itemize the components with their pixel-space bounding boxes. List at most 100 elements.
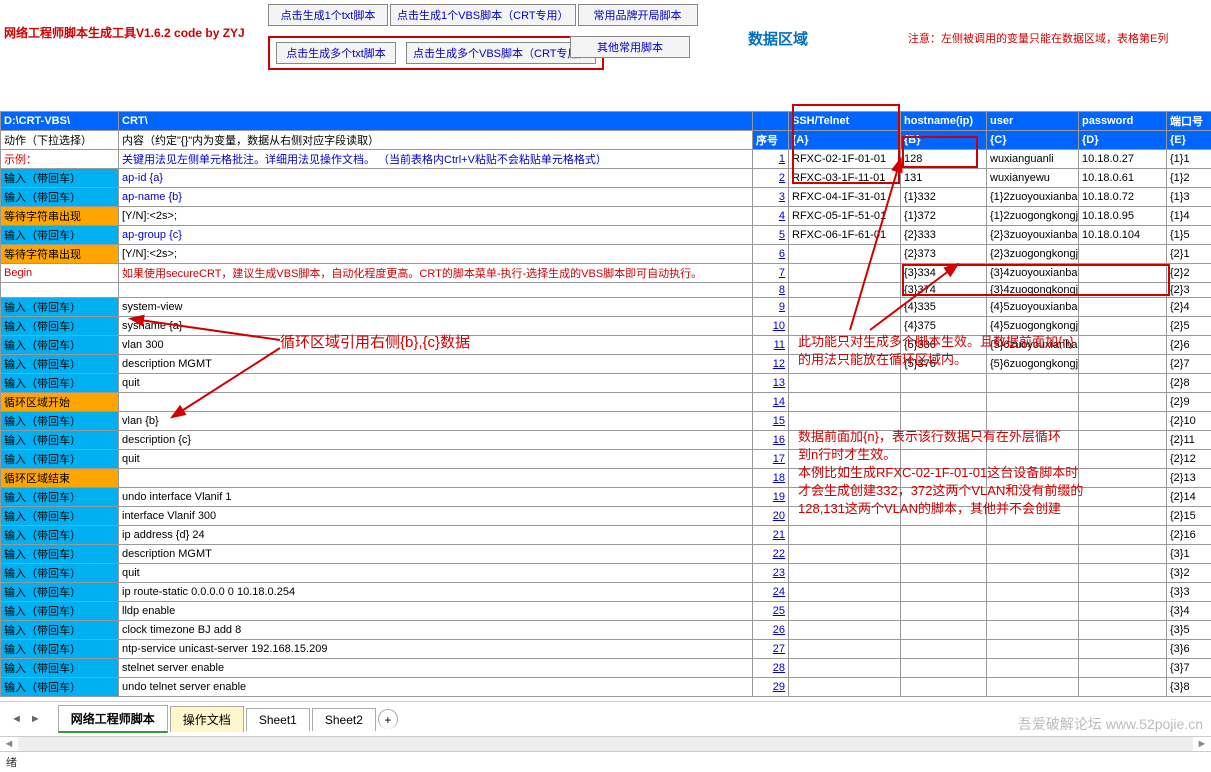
seq-cell[interactable]: 22 — [753, 545, 789, 564]
data-a[interactable] — [789, 526, 901, 545]
seq-cell[interactable]: 25 — [753, 602, 789, 621]
content-cell[interactable] — [119, 283, 753, 298]
data-a[interactable]: RFXC-02-1F-01-01 — [789, 150, 901, 169]
data-b[interactable]: 131 — [901, 169, 987, 188]
action-cell[interactable]: 循环区域开始 — [1, 393, 119, 412]
seq-cell[interactable]: 3 — [753, 188, 789, 207]
seq-cell[interactable]: 11 — [753, 336, 789, 355]
data-a[interactable] — [789, 678, 901, 697]
data-d[interactable] — [1079, 602, 1167, 621]
data-e[interactable]: {3}2 — [1167, 564, 1211, 583]
seq-cell[interactable]: 23 — [753, 564, 789, 583]
data-e[interactable]: {2}9 — [1167, 393, 1211, 412]
data-b[interactable]: {4}335 — [901, 298, 987, 317]
scroll-right[interactable]: ► — [1193, 738, 1211, 750]
data-c[interactable] — [987, 545, 1079, 564]
seq-cell[interactable]: 28 — [753, 659, 789, 678]
content-cell[interactable]: ip address {d} 24 — [119, 526, 753, 545]
action-cell[interactable]: 输入（带回车） — [1, 488, 119, 507]
data-c[interactable]: {4}5zuoyouxianbangong — [987, 298, 1079, 317]
data-d[interactable] — [1079, 583, 1167, 602]
hdr-path[interactable]: D:\CRT-VBS\ — [1, 112, 119, 131]
data-c[interactable]: wuxianyewu — [987, 169, 1079, 188]
action-cell[interactable]: 输入（带回车） — [1, 298, 119, 317]
content-cell[interactable]: 如果使用secureCRT，建议生成VBS脚本，自动化程度更高。CRT的脚本菜单… — [119, 264, 753, 283]
content-cell[interactable]: vlan {b} — [119, 412, 753, 431]
data-c[interactable] — [987, 640, 1079, 659]
content-cell[interactable]: system-view — [119, 298, 753, 317]
data-e[interactable]: {2}13 — [1167, 469, 1211, 488]
data-d[interactable] — [1079, 545, 1167, 564]
seq-cell[interactable]: 13 — [753, 374, 789, 393]
data-a[interactable]: RFXC-06-1F-61-01 — [789, 226, 901, 245]
data-c[interactable] — [987, 526, 1079, 545]
data-d[interactable] — [1079, 374, 1167, 393]
main-table[interactable]: D:\CRT-VBS\ CRT\ SSH/Telnet hostname(ip)… — [0, 111, 1211, 697]
gen-multi-vbs-button[interactable]: 点击生成多个VBS脚本（CRT专用） — [406, 42, 596, 64]
subhdr-d[interactable]: {D} — [1079, 131, 1167, 150]
data-e[interactable]: {3}4 — [1167, 602, 1211, 621]
data-d[interactable] — [1079, 393, 1167, 412]
action-cell[interactable]: 输入（带回车） — [1, 374, 119, 393]
scroll-left[interactable]: ◄ — [0, 738, 18, 750]
action-cell[interactable]: 输入（带回车） — [1, 545, 119, 564]
action-cell[interactable]: 输入（带回车） — [1, 507, 119, 526]
data-e[interactable]: {2}8 — [1167, 374, 1211, 393]
action-cell[interactable]: Begin — [1, 264, 119, 283]
example-action[interactable]: 示例： — [1, 150, 119, 169]
seq-cell[interactable]: 1 — [753, 150, 789, 169]
data-d[interactable]: 10.18.0.27 — [1079, 150, 1167, 169]
content-cell[interactable]: interface Vlanif 300 — [119, 507, 753, 526]
tab-script[interactable]: 网络工程师脚本 — [58, 705, 168, 733]
data-d[interactable] — [1079, 469, 1167, 488]
data-c[interactable]: {2}3zuogongkongji — [987, 245, 1079, 264]
data-d[interactable] — [1079, 245, 1167, 264]
data-c[interactable] — [987, 602, 1079, 621]
content-cell[interactable]: description MGMT — [119, 355, 753, 374]
content-cell[interactable]: quit — [119, 374, 753, 393]
seq-cell[interactable]: 2 — [753, 169, 789, 188]
data-e[interactable]: {1}3 — [1167, 188, 1211, 207]
content-cell[interactable]: ap-group {c} — [119, 226, 753, 245]
content-cell[interactable]: undo telnet server enable — [119, 678, 753, 697]
data-b[interactable] — [901, 621, 987, 640]
data-e[interactable]: {2}11 — [1167, 431, 1211, 450]
data-c[interactable]: {1}2zuoyouxianbangong — [987, 188, 1079, 207]
data-c[interactable] — [987, 564, 1079, 583]
data-c[interactable]: wuxianguanli — [987, 150, 1079, 169]
seq-cell[interactable]: 16 — [753, 431, 789, 450]
content-cell[interactable]: [Y/N]:<2s>; — [119, 245, 753, 264]
data-d[interactable] — [1079, 564, 1167, 583]
seq-cell[interactable]: 20 — [753, 507, 789, 526]
new-sheet-button[interactable]: + — [378, 709, 398, 729]
tab-sheet2[interactable]: Sheet2 — [312, 708, 376, 731]
data-d[interactable] — [1079, 264, 1167, 283]
data-e[interactable]: {2}7 — [1167, 355, 1211, 374]
data-d[interactable]: 10.18.0.104 — [1079, 226, 1167, 245]
data-a[interactable] — [789, 374, 901, 393]
action-cell[interactable]: 输入（带回车） — [1, 355, 119, 374]
seq-cell[interactable]: 10 — [753, 317, 789, 336]
data-c[interactable]: {2}3zuoyouxianbangong — [987, 226, 1079, 245]
tab-doc[interactable]: 操作文档 — [170, 706, 244, 732]
action-cell[interactable]: 输入（带回车） — [1, 602, 119, 621]
data-a[interactable]: RFXC-05-1F-51-01 — [789, 207, 901, 226]
action-cell[interactable]: 输入（带回车） — [1, 317, 119, 336]
data-b[interactable] — [901, 583, 987, 602]
data-e[interactable]: {3}3 — [1167, 583, 1211, 602]
seq-cell[interactable]: 29 — [753, 678, 789, 697]
data-c[interactable]: {3}4zuoyouxianbangong — [987, 264, 1079, 283]
data-e[interactable]: {2}15 — [1167, 507, 1211, 526]
subhdr-a[interactable]: {A} — [789, 131, 901, 150]
seq-cell[interactable]: 12 — [753, 355, 789, 374]
content-cell[interactable]: [Y/N]:<2s>; — [119, 207, 753, 226]
content-cell[interactable]: ntp-service unicast-server 192.168.15.20… — [119, 640, 753, 659]
subhdr-action[interactable]: 动作（下拉选择） — [1, 131, 119, 150]
data-b[interactable] — [901, 374, 987, 393]
data-c[interactable]: {1}2zuogongkongji — [987, 207, 1079, 226]
action-cell[interactable]: 输入（带回车） — [1, 526, 119, 545]
tab-sheet1[interactable]: Sheet1 — [246, 708, 310, 731]
data-d[interactable] — [1079, 336, 1167, 355]
example-content[interactable]: 关键用法见左侧单元格批注。详细用法见操作文档。 （当前表格内Ctrl+V粘贴不会… — [119, 150, 753, 169]
data-c[interactable] — [987, 393, 1079, 412]
